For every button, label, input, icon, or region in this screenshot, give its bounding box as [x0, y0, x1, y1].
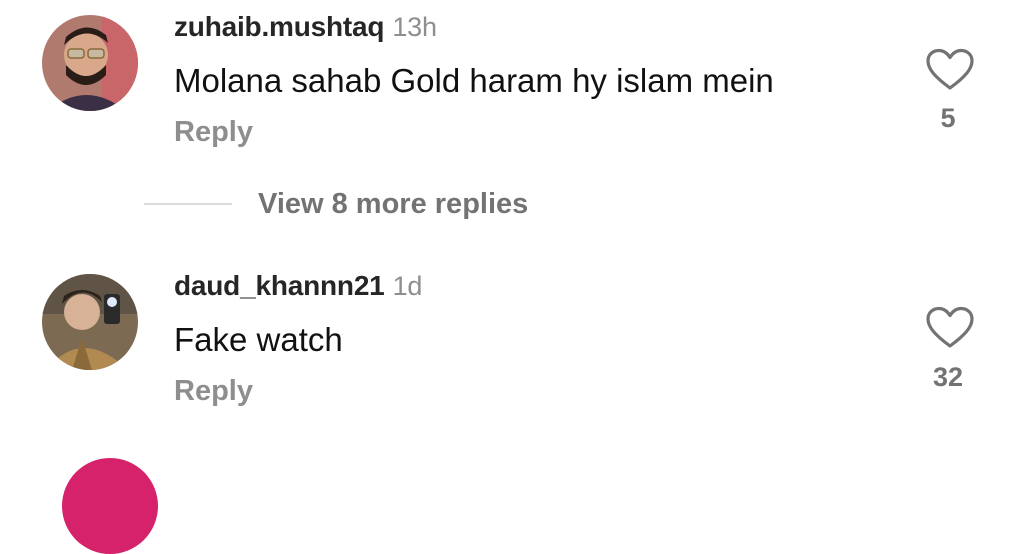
heart-outline-icon [926, 48, 974, 90]
comment-text: Fake watch [174, 321, 343, 358]
like-button[interactable] [925, 306, 975, 350]
avatar-image [42, 274, 138, 370]
timestamp: 1d [392, 271, 423, 301]
heart-outline-icon [926, 306, 974, 348]
like-count: 32 [932, 362, 964, 392]
like-button[interactable] [925, 48, 975, 92]
username[interactable]: zuhaib.mushtaq 13h [174, 11, 437, 43]
avatar[interactable] [62, 458, 158, 554]
view-more-replies-button[interactable]: View 8 more replies [144, 184, 528, 224]
avatar[interactable] [42, 274, 138, 370]
timestamp: 13h [392, 12, 437, 42]
username[interactable]: daud_khannn21 1d [174, 270, 422, 302]
username-text[interactable]: zuhaib.mushtaq [174, 11, 385, 42]
avatar[interactable] [42, 15, 138, 111]
username-text[interactable]: daud_khannn21 [174, 270, 385, 301]
view-more-label[interactable]: View 8 more replies [258, 188, 528, 221]
reply-button[interactable]: Reply [174, 116, 253, 149]
like-count: 5 [940, 103, 956, 133]
reply-button[interactable]: Reply [174, 375, 253, 408]
avatar-image [42, 15, 138, 111]
comment-text: Molana sahab Gold haram hy islam mein [174, 62, 774, 99]
divider-line [144, 203, 232, 205]
